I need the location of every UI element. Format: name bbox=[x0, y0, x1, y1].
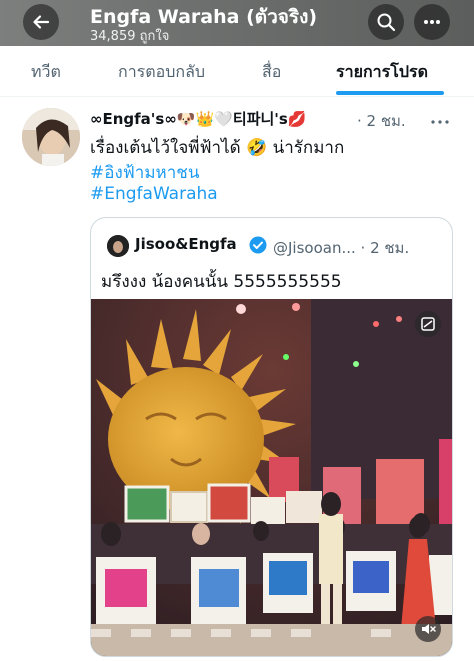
verified-badge-icon bbox=[249, 236, 267, 258]
tweet-timestamp[interactable]: · 2 ชม. bbox=[357, 109, 406, 133]
back-button[interactable] bbox=[23, 4, 59, 40]
speaker-muted-icon bbox=[422, 624, 436, 634]
tab-tweets[interactable]: ทวีต bbox=[31, 60, 61, 85]
likes-count: 34,859 ถูกใจ bbox=[90, 29, 170, 44]
profile-tabs: ทวีต การตอบกลับ สื่อ รายการโปรด bbox=[0, 46, 474, 97]
arrow-left-icon bbox=[33, 15, 50, 29]
quoted-video[interactable] bbox=[91, 299, 452, 656]
tab-media[interactable]: สื่อ bbox=[262, 60, 281, 85]
tweet-author-name[interactable]: ∞Engfa's∞🐶👑🤍티파니's💋 bbox=[90, 108, 307, 129]
profile-header: Engfa Waraha (ตัวจริง) 34,859 ถูกใจ bbox=[0, 0, 474, 46]
tweet-more-button[interactable] bbox=[430, 112, 450, 131]
quoted-author-avatar bbox=[107, 235, 129, 257]
quoted-author-name: Jisoo&Engfa bbox=[135, 235, 237, 253]
search-button[interactable] bbox=[368, 4, 404, 40]
tweet-text: เรื่องเต้นไว้ใจพี่ฟ้าได้ 🤣 น่ารักมาก bbox=[90, 138, 345, 158]
author-name-prefix: ∞Engfa's∞ bbox=[90, 110, 177, 128]
tab-likes[interactable]: รายการโปรด bbox=[336, 60, 428, 85]
more-horizontal-icon bbox=[424, 20, 440, 24]
hashtag-link[interactable]: #EngfaWaraha bbox=[90, 184, 218, 204]
quoted-tweet[interactable]: Jisoo&Engfa @Jisooan... · 2 ชม. มรึงงง น… bbox=[90, 217, 453, 657]
mute-button[interactable] bbox=[415, 616, 441, 642]
dog-emoji: 🐶 bbox=[176, 110, 196, 128]
quoted-author-handle: @Jisooan... · 2 ชม. bbox=[273, 239, 410, 257]
video-quality-icon bbox=[421, 317, 435, 331]
quoted-tweet-text: มรึงงง น้องคนนั้น 5555555555 bbox=[101, 272, 342, 292]
more-horizontal-icon bbox=[431, 120, 449, 124]
hashtag-link[interactable]: #อิงฟ้ามหาชน bbox=[90, 159, 199, 186]
crown-emoji: 👑 bbox=[195, 110, 215, 128]
avatar-image bbox=[22, 108, 80, 166]
kiss-emoji: 💋 bbox=[287, 110, 307, 128]
author-name-suffix: 티파니's bbox=[232, 110, 288, 128]
white-heart-emoji: 🤍 bbox=[214, 110, 233, 128]
active-tab-indicator bbox=[336, 91, 444, 95]
video-frame bbox=[91, 299, 452, 656]
search-icon bbox=[377, 13, 396, 32]
tab-replies[interactable]: การตอบกลับ bbox=[118, 60, 205, 85]
video-settings-button[interactable] bbox=[415, 311, 441, 337]
more-options-button[interactable] bbox=[414, 4, 450, 40]
tweet-author-avatar[interactable] bbox=[22, 108, 80, 166]
